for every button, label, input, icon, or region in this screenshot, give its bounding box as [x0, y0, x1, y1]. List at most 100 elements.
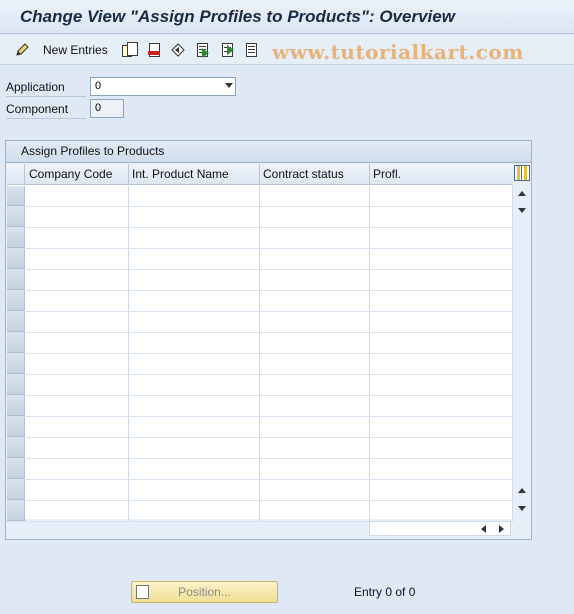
- table-row[interactable]: [7, 312, 513, 333]
- table-cell[interactable]: [260, 354, 370, 374]
- select-block-button[interactable]: [219, 40, 235, 60]
- table-row[interactable]: [7, 249, 513, 270]
- row-selector[interactable]: [7, 249, 25, 269]
- table-cell[interactable]: [129, 270, 260, 290]
- undo-change-button[interactable]: [170, 40, 186, 60]
- table-row[interactable]: [7, 501, 513, 522]
- table-cell[interactable]: [129, 459, 260, 479]
- table-cell[interactable]: [260, 291, 370, 311]
- table-row[interactable]: [7, 291, 513, 312]
- table-cell[interactable]: [129, 333, 260, 353]
- table-cell[interactable]: [370, 459, 513, 479]
- table-cell[interactable]: [260, 186, 370, 206]
- row-selector[interactable]: [7, 480, 25, 500]
- row-selector[interactable]: [7, 417, 25, 437]
- table-row[interactable]: [7, 438, 513, 459]
- table-cell[interactable]: [129, 249, 260, 269]
- row-selector[interactable]: [7, 207, 25, 227]
- row-selector[interactable]: [7, 270, 25, 290]
- table-row[interactable]: [7, 207, 513, 228]
- table-cell[interactable]: [370, 417, 513, 437]
- table-row[interactable]: [7, 396, 513, 417]
- row-selector[interactable]: [7, 228, 25, 248]
- table-row[interactable]: [7, 354, 513, 375]
- delete-button[interactable]: [146, 40, 162, 60]
- table-cell[interactable]: [129, 354, 260, 374]
- column-header-company-code[interactable]: Company Code: [26, 164, 129, 185]
- row-selector[interactable]: [7, 333, 25, 353]
- row-selector[interactable]: [7, 438, 25, 458]
- scroll-up-icon[interactable]: [518, 191, 526, 196]
- table-cell[interactable]: [26, 459, 129, 479]
- table-row[interactable]: [7, 186, 513, 207]
- table-cell[interactable]: [260, 396, 370, 416]
- deselect-all-button[interactable]: [243, 40, 259, 60]
- table-cell[interactable]: [260, 249, 370, 269]
- table-cell[interactable]: [26, 186, 129, 206]
- table-cell[interactable]: [26, 291, 129, 311]
- table-cell[interactable]: [260, 270, 370, 290]
- table-cell[interactable]: [129, 417, 260, 437]
- table-cell[interactable]: [370, 291, 513, 311]
- table-cell[interactable]: [26, 480, 129, 500]
- table-row[interactable]: [7, 417, 513, 438]
- column-header-contract-status[interactable]: Contract status: [260, 164, 370, 185]
- table-cell[interactable]: [129, 501, 260, 521]
- column-header-profile[interactable]: Profl.: [370, 164, 513, 185]
- table-cell[interactable]: [129, 207, 260, 227]
- select-all-button[interactable]: [194, 40, 210, 60]
- row-selector[interactable]: [7, 186, 25, 206]
- table-cell[interactable]: [26, 396, 129, 416]
- table-cell[interactable]: [370, 375, 513, 395]
- table-cell[interactable]: [260, 417, 370, 437]
- table-cell[interactable]: [370, 480, 513, 500]
- row-selector[interactable]: [7, 459, 25, 479]
- table-cell[interactable]: [129, 480, 260, 500]
- table-cell[interactable]: [26, 354, 129, 374]
- table-cell[interactable]: [26, 333, 129, 353]
- new-entries-button[interactable]: New Entries: [14, 40, 108, 60]
- chevron-down-icon[interactable]: [225, 83, 233, 88]
- table-cell[interactable]: [260, 480, 370, 500]
- table-cell[interactable]: [26, 270, 129, 290]
- table-cell[interactable]: [129, 186, 260, 206]
- table-cell[interactable]: [370, 186, 513, 206]
- table-cell[interactable]: [370, 312, 513, 332]
- table-cell[interactable]: [26, 438, 129, 458]
- table-cell[interactable]: [129, 375, 260, 395]
- table-cell[interactable]: [370, 501, 513, 521]
- table-cell[interactable]: [370, 270, 513, 290]
- application-dropdown[interactable]: 0: [90, 77, 236, 96]
- table-cell[interactable]: [260, 312, 370, 332]
- table-cell[interactable]: [370, 207, 513, 227]
- table-cell[interactable]: [370, 396, 513, 416]
- table-cell[interactable]: [26, 207, 129, 227]
- page-up-icon[interactable]: [518, 488, 526, 493]
- row-selector[interactable]: [7, 501, 25, 521]
- row-selector[interactable]: [7, 312, 25, 332]
- table-cell[interactable]: [26, 228, 129, 248]
- table-cell[interactable]: [26, 249, 129, 269]
- column-header-int-product-name[interactable]: Int. Product Name: [129, 164, 260, 185]
- table-row[interactable]: [7, 333, 513, 354]
- table-cell[interactable]: [370, 354, 513, 374]
- table-cell[interactable]: [260, 501, 370, 521]
- table-cell[interactable]: [370, 228, 513, 248]
- table-cell[interactable]: [26, 375, 129, 395]
- table-row[interactable]: [7, 270, 513, 291]
- table-cell[interactable]: [260, 459, 370, 479]
- table-cell[interactable]: [370, 333, 513, 353]
- scroll-right-icon[interactable]: [499, 525, 504, 533]
- vertical-scrollbar[interactable]: [513, 185, 531, 519]
- table-row[interactable]: [7, 459, 513, 480]
- table-settings-icon[interactable]: [514, 165, 530, 181]
- position-button[interactable]: Position...: [131, 581, 278, 603]
- table-cell[interactable]: [370, 438, 513, 458]
- row-selector[interactable]: [7, 354, 25, 374]
- table-cell[interactable]: [370, 249, 513, 269]
- table-cell[interactable]: [129, 396, 260, 416]
- table-cell[interactable]: [260, 375, 370, 395]
- table-row[interactable]: [7, 480, 513, 501]
- row-selector[interactable]: [7, 375, 25, 395]
- table-row[interactable]: [7, 228, 513, 249]
